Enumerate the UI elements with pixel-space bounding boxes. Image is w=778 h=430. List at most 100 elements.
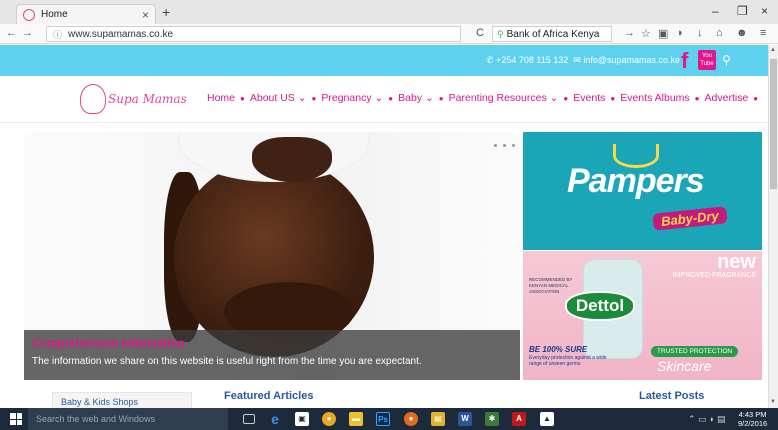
search-value: Bank of Africa Kenya (506, 28, 600, 40)
bookmark-star-icon[interactable]: ☆ (641, 27, 651, 40)
pocket-icon[interactable]: ◗ (677, 27, 684, 39)
page-scrollbar[interactable]: ▲ ▼ (768, 45, 778, 408)
menu-separator: ● (240, 93, 245, 103)
hand-shape (252, 137, 332, 182)
slider-dot[interactable] (512, 144, 515, 147)
menu-icon[interactable]: ≡ (760, 27, 766, 39)
menu-item-parenting[interactable]: Parenting Resources ⌄ (449, 92, 559, 104)
menu-item-home[interactable]: Home (207, 92, 235, 104)
home-icon[interactable]: ⌂ (716, 27, 723, 39)
menu-item-events[interactable]: Events (573, 92, 605, 104)
acrobat-icon[interactable]: A (512, 412, 526, 426)
taskbar-clock[interactable]: 4:43 PM 9/2/2016 (738, 410, 767, 428)
dettol-improved: IMPROVED FRAGRANCE (672, 272, 756, 279)
site-search-icon[interactable]: ⚲ (722, 53, 731, 67)
back-icon[interactable]: ← (6, 27, 17, 39)
browser-titlebar: Home × + – ❐ × (0, 0, 778, 24)
scroll-down-icon[interactable]: ▼ (770, 399, 776, 405)
forward-icon[interactable]: → (22, 27, 33, 39)
task-view-icon[interactable] (243, 414, 255, 424)
menu-separator: ● (311, 93, 317, 103)
word-icon[interactable]: W (458, 412, 472, 426)
menu-separator: ● (438, 93, 444, 103)
close-window-button[interactable]: × (761, 4, 768, 18)
windows-taskbar: Search the web and Windows e ▣ ● ▬ Ps ● … (0, 408, 778, 430)
web-page: ✆ +254 708 115 132 ✉ info@supamamas.co.k… (0, 45, 768, 408)
contact-info: ✆ +254 708 115 132 ✉ info@supamamas.co.k… (486, 55, 680, 66)
facebook-icon[interactable]: f (681, 48, 688, 74)
go-icon[interactable]: → (624, 27, 635, 39)
reload-icon[interactable]: C (476, 27, 484, 39)
featured-articles-heading: Featured Articles (224, 390, 314, 402)
caption-title[interactable]: Comprehensive Information (32, 338, 512, 350)
dettol-association: RECOMMENDED BY KENYAN MEDICAL ASSOCIATIO… (529, 277, 573, 294)
dettol-logo: Dettol (565, 291, 635, 321)
slider-dot[interactable] (494, 144, 497, 147)
search-bar[interactable]: ⚲ Bank of Africa Kenya (492, 26, 612, 42)
system-tray-icons[interactable]: ⌃ ▭ ◗ ▤ (688, 414, 726, 425)
url-text: www.supamamas.co.ke (68, 28, 174, 40)
logo-mark-icon (80, 84, 106, 114)
start-icon[interactable] (10, 413, 22, 425)
menu-item-baby[interactable]: Baby ⌄ (398, 92, 434, 104)
kids-shops-link[interactable]: Baby & Kids Shops (52, 392, 192, 408)
chrome-icon[interactable]: ● (322, 412, 336, 426)
tab-close-icon[interactable]: × (142, 8, 149, 22)
menu-separator: ● (610, 93, 616, 103)
menu-separator: ● (694, 93, 700, 103)
menu-separator: ● (753, 93, 759, 103)
latest-posts-heading: Latest Posts (639, 390, 705, 402)
menu-item-advertise[interactable]: Advertise (705, 92, 749, 104)
network-icon[interactable]: ✱ (485, 412, 499, 426)
restore-button[interactable]: ❐ (737, 4, 748, 18)
mail-icon: ✉ (573, 55, 581, 65)
dettol-skincare: Skincare (657, 358, 712, 374)
dettol-ad[interactable]: RECOMMENDED BY KENYAN MEDICAL ASSOCIATIO… (523, 251, 762, 380)
scroll-up-icon[interactable]: ▲ (770, 47, 776, 53)
photoshop-icon[interactable]: Ps (376, 412, 390, 426)
store-icon[interactable]: ▣ (295, 412, 309, 426)
taskbar-search[interactable]: Search the web and Windows (28, 408, 228, 430)
slider-dots (494, 144, 520, 147)
browser-tab[interactable]: Home × (16, 4, 156, 24)
youtube-icon[interactable]: You Tube (698, 50, 716, 70)
reading-list-icon[interactable]: ▣ (658, 27, 668, 40)
email-address[interactable]: info@supamamas.co.ke (583, 55, 680, 65)
dettol-sure: BE 100% SURE (529, 345, 588, 354)
main-menu: Home ● About US ⌄ ● Pregnancy ⌄ ● Baby ⌄… (207, 92, 763, 104)
edge-icon[interactable]: e (268, 412, 282, 426)
file-explorer-icon[interactable]: ▬ (349, 412, 363, 426)
menu-item-about[interactable]: About US ⌄ (250, 92, 307, 104)
sync-icon[interactable]: ☻ (736, 27, 748, 39)
caption-text: The information we share on this website… (32, 356, 422, 367)
site-header: Supa Mamas Home ● About US ⌄ ● Pregnancy… (0, 76, 768, 123)
favicon-icon (23, 8, 35, 21)
dettol-trusted: TRUSTED PROTECTION (651, 346, 739, 357)
scroll-thumb[interactable] (770, 59, 777, 189)
slide-caption: Comprehensive Information The informatio… (24, 330, 520, 380)
menu-item-events-albums[interactable]: Events Albums (620, 92, 689, 104)
download-icon[interactable]: ↓ (697, 27, 703, 39)
minimize-button[interactable]: – (712, 4, 719, 18)
tab-title: Home (41, 9, 68, 20)
menu-separator: ● (563, 93, 569, 103)
search-engine-icon: ⚲ (497, 28, 504, 39)
address-bar[interactable]: ⓘ www.supamamas.co.ke (46, 26, 461, 42)
phone-number[interactable]: +254 708 115 132 (496, 55, 568, 65)
slider-dot[interactable] (503, 144, 506, 147)
phone-icon: ✆ (486, 55, 494, 65)
browser-navbar: ← → ⓘ www.supamamas.co.ke C ⚲ Bank of Af… (0, 24, 778, 44)
site-logo[interactable]: Supa Mamas (80, 84, 187, 114)
hero-slider[interactable]: Comprehensive Information The informatio… (24, 132, 520, 380)
pampers-ad[interactable]: Pampers Baby-Dry (523, 132, 762, 250)
sticky-notes-icon[interactable]: ▤ (431, 412, 445, 426)
pampers-sub: Baby-Dry (652, 206, 728, 231)
photos-icon[interactable]: ▲ (540, 412, 554, 426)
firefox-icon[interactable]: ● (404, 412, 418, 426)
dettol-sure-sub: Everyday protection against a wide range… (529, 355, 607, 367)
menu-item-pregnancy[interactable]: Pregnancy ⌄ (321, 92, 383, 104)
new-tab-button[interactable]: + (162, 4, 170, 20)
site-topbar: ✆ +254 708 115 132 ✉ info@supamamas.co.k… (0, 45, 768, 76)
info-icon[interactable]: ⓘ (53, 28, 62, 41)
clock-date: 9/2/2016 (738, 419, 768, 428)
